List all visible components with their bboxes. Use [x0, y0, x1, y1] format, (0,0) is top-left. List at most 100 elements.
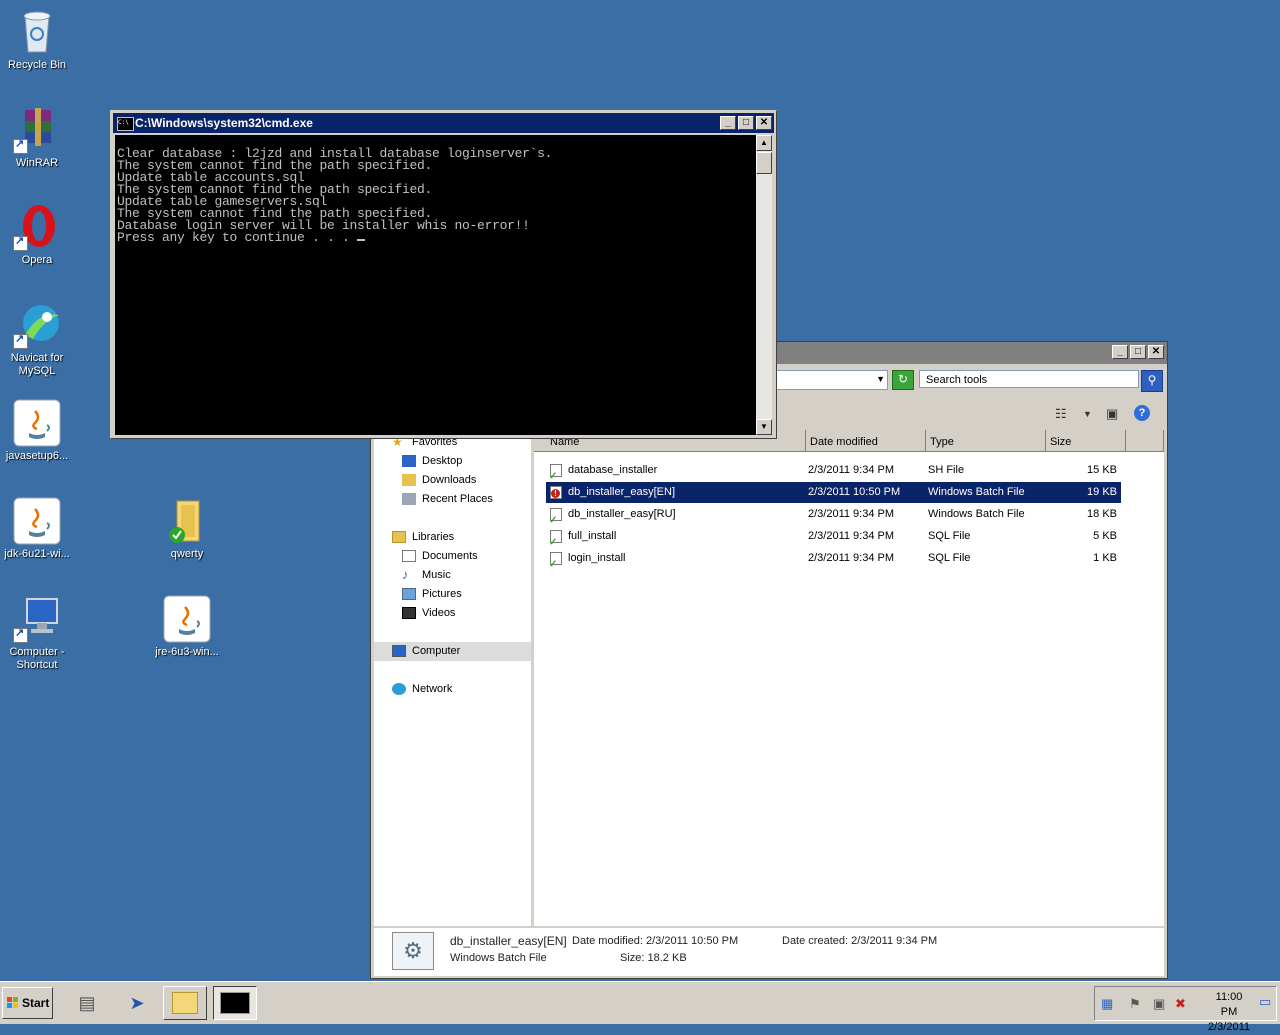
taskbar-cmd-button[interactable]	[213, 986, 257, 1020]
column-header-type[interactable]: Type	[926, 430, 1046, 452]
column-header-date[interactable]: Date modified	[806, 430, 926, 452]
cmd-window: C:\ C:\Windows\system32\cmd.exe _ □ ✕ Cl…	[110, 110, 777, 439]
server-manager-icon[interactable]: ▤	[72, 988, 102, 1018]
computer-icon	[392, 645, 406, 658]
file-icon	[549, 464, 562, 487]
pictures-icon	[402, 588, 416, 601]
search-input[interactable]: Search tools	[919, 370, 1139, 388]
desktop-icon-label: Computer - Shortcut	[9, 646, 65, 671]
show-desktop-icon[interactable]: ▭	[1259, 994, 1271, 1010]
start-button[interactable]: Start	[2, 987, 53, 1019]
scroll-thumb[interactable]	[756, 152, 772, 174]
desktop-icon-javasetup[interactable]: javasetup6...	[0, 399, 74, 463]
console-line: Press any key to continue . . .	[117, 230, 358, 245]
text-cursor	[357, 239, 366, 241]
shortcut-arrow-icon	[13, 138, 28, 154]
cmd-icon: C:\	[117, 117, 134, 131]
shortcut-arrow-icon	[13, 333, 28, 349]
batch-file-icon	[550, 486, 562, 499]
system-tray: ▦ ⚑ ▣ ✖ 11:00 PM 2/3/2011 ▭	[1094, 986, 1277, 1033]
desktop-icon-label: Recycle Bin	[7, 59, 67, 71]
powershell-icon[interactable]: ➤	[122, 988, 152, 1018]
file-row[interactable]: login_install 2/3/2011 9:34 PM SQL File …	[546, 548, 1121, 575]
close-button[interactable]: ✕	[1148, 345, 1164, 359]
maximize-button[interactable]: □	[738, 116, 754, 130]
java-icon	[13, 399, 61, 447]
videos-icon	[402, 607, 416, 620]
address-field[interactable]: ▼	[776, 370, 888, 390]
chevron-down-icon[interactable]: ▼	[876, 374, 885, 384]
clock[interactable]: 11:00 PM 2/3/2011	[1207, 990, 1251, 1035]
details-date-created: Date created: 2/3/2011 9:34 PM	[782, 935, 938, 947]
desktop-icon-label: jre-6u3-win...	[155, 646, 219, 658]
documents-icon	[402, 550, 416, 563]
network-icon	[392, 683, 406, 696]
nav-computer[interactable]: Computer	[374, 642, 531, 661]
music-icon: ♪	[402, 567, 409, 583]
winrar-icon	[13, 106, 61, 154]
desktop-icon-jdk[interactable]: jdk-6u21-wi...	[0, 497, 74, 561]
scroll-down-button[interactable]: ▼	[756, 419, 772, 435]
view-options-icon[interactable]: ☷	[1055, 406, 1067, 422]
taskbar: Start ▤ ➤ ▦ ⚑ ▣ ✖ 11:00 PM 2/3/2011 ▭	[0, 981, 1280, 1033]
column-header-size[interactable]: Size	[1046, 430, 1126, 452]
file-row[interactable]: db_installer_easy[RU] 2/3/2011 9:34 PM W…	[546, 504, 1121, 531]
java-icon	[13, 497, 61, 545]
details-size: Size: 18.2 KB	[620, 952, 687, 964]
desktop-icon	[402, 455, 416, 468]
file-row[interactable]: full_install 2/3/2011 9:34 PM SQL File 5…	[546, 526, 1121, 553]
java-icon	[163, 595, 211, 643]
downloads-icon	[402, 474, 416, 487]
desktop-icon-winrar[interactable]: WinRAR	[0, 106, 74, 170]
volume-muted-icon[interactable]: ✖	[1175, 996, 1186, 1012]
details-file-type: Windows Batch File	[450, 952, 547, 964]
search-button[interactable]: ⚲	[1141, 370, 1163, 392]
desktop-icon-jre[interactable]: jre-6u3-win...	[150, 595, 224, 659]
file-row[interactable]: database_installer 2/3/2011 9:34 PM SH F…	[546, 460, 1121, 487]
opera-icon	[13, 203, 61, 251]
shortcut-arrow-icon	[13, 235, 28, 251]
navigation-pane: ★ Favorites Desktop Downloads Recent Plac…	[374, 430, 531, 926]
network-tray-icon[interactable]: ▣	[1153, 996, 1165, 1012]
desktop-icon-label: WinRAR	[15, 157, 59, 169]
shortcut-arrow-icon	[13, 627, 28, 643]
nav-libraries[interactable]: Libraries	[392, 528, 549, 547]
desktop-icon-label: Navicat for MySQL	[10, 352, 64, 377]
column-header-filler	[1126, 430, 1164, 452]
desktop-icon-recycle-bin[interactable]: Recycle Bin	[0, 8, 74, 72]
libraries-icon	[392, 531, 406, 544]
console-output[interactable]: Clear database : l2jzd and install datab…	[115, 135, 756, 435]
help-icon[interactable]: ?	[1134, 405, 1150, 421]
minimize-button[interactable]: _	[720, 116, 736, 130]
sql-file-icon	[549, 530, 562, 553]
windows-logo-icon	[7, 997, 19, 1009]
chevron-down-icon[interactable]: ▼	[1083, 409, 1092, 419]
desktop-icon-opera[interactable]: Opera	[0, 203, 74, 267]
action-center-flag-icon[interactable]: ⚑	[1129, 996, 1141, 1012]
file-list: Name Date modified Type Size database_in…	[534, 430, 1164, 926]
preview-pane-icon[interactable]: ▣	[1106, 406, 1118, 422]
desktop-icon-label: qwerty	[170, 548, 204, 560]
computer-icon	[13, 595, 61, 643]
desktop-icon-qwerty[interactable]: qwerty	[150, 497, 224, 561]
desktop-icon-label: jdk-6u21-wi...	[4, 548, 70, 560]
scroll-up-button[interactable]: ▲	[756, 135, 772, 151]
close-button[interactable]: ✕	[756, 116, 772, 130]
vertical-scrollbar[interactable]: ▲ ▼	[756, 135, 772, 435]
minimize-button[interactable]: _	[1112, 345, 1128, 359]
navicat-icon	[13, 301, 61, 349]
refresh-icon: ↻	[897, 372, 909, 386]
maximize-button[interactable]: □	[1130, 345, 1146, 359]
batch-file-icon	[549, 508, 562, 531]
taskbar-explorer-button[interactable]	[163, 986, 207, 1020]
folder-icon	[172, 992, 198, 1014]
cmd-titlebar[interactable]: C:\ C:\Windows\system32\cmd.exe _ □ ✕	[113, 113, 774, 133]
desktop-icon-navicat[interactable]: Navicat for MySQL	[0, 301, 74, 378]
nav-network[interactable]: Network	[392, 680, 549, 699]
network-status-icon[interactable]: ▦	[1101, 996, 1113, 1012]
desktop-icon-computer-shortcut[interactable]: Computer - Shortcut	[0, 595, 74, 672]
folder-icon	[163, 497, 211, 545]
recent-places-icon	[402, 493, 416, 506]
file-row-selected[interactable]: db_installer_easy[EN] 2/3/2011 10:50 PM …	[546, 482, 1121, 503]
refresh-button[interactable]: ↻	[892, 370, 914, 390]
